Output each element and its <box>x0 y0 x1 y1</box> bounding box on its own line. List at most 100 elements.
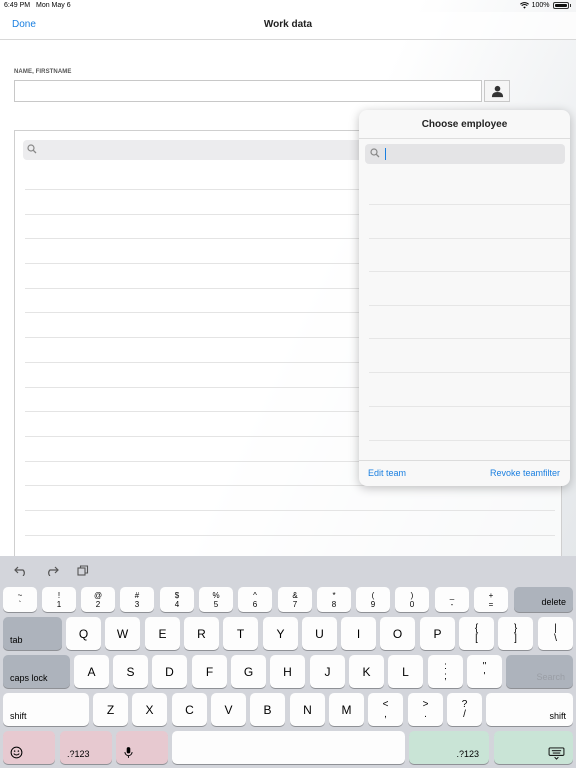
key-quote[interactable]: " ' <box>467 655 502 688</box>
key-l[interactable]: L <box>388 655 423 688</box>
key-n[interactable]: N <box>290 693 325 726</box>
key-9[interactable]: (9 <box>356 587 390 612</box>
key-bottom: ' <box>483 670 486 682</box>
numbers-key-left[interactable]: .?123 <box>60 731 112 764</box>
tab-key[interactable]: tab <box>3 617 62 650</box>
key-bracket-left[interactable]: {[ <box>459 617 494 650</box>
key-x[interactable]: X <box>132 693 167 726</box>
paste-icon[interactable] <box>77 565 89 576</box>
key-bracket-right[interactable]: }] <box>498 617 533 650</box>
key-semicolon[interactable]: :; <box>428 655 463 688</box>
undo-icon[interactable] <box>14 565 28 576</box>
key-h[interactable]: H <box>270 655 305 688</box>
battery-cap <box>569 4 571 7</box>
key-z[interactable]: Z <box>93 693 128 726</box>
key-equals[interactable]: + = <box>474 587 508 612</box>
key-bottom: ] <box>514 632 517 644</box>
key-6[interactable]: ^ 6 <box>238 587 272 612</box>
keyboard-toolbar <box>0 556 576 584</box>
key-slash[interactable]: ? / <box>447 693 482 726</box>
list-search-field[interactable] <box>23 140 363 160</box>
key-y[interactable]: Y <box>263 617 298 650</box>
status-bar: 6:49 PM Mon May 6 100% <box>0 0 576 12</box>
key-bottom: 2 <box>95 599 101 609</box>
key-bottom: [ <box>475 632 478 644</box>
key-b[interactable]: B <box>250 693 285 726</box>
key-g[interactable]: G <box>231 655 266 688</box>
choose-employee-button[interactable] <box>484 80 510 102</box>
key-8[interactable]: * 8 <box>317 587 351 612</box>
key-top: * <box>332 590 336 600</box>
delete-key[interactable]: delete <box>514 587 573 612</box>
key-o[interactable]: O <box>380 617 415 650</box>
key-w[interactable]: W <box>105 617 140 650</box>
edit-team-button[interactable]: Edit team <box>368 468 406 478</box>
key-f[interactable]: F <box>192 655 227 688</box>
key-2[interactable]: @2 <box>81 587 115 612</box>
key-p[interactable]: P <box>420 617 455 650</box>
shift-label: shift <box>549 711 566 721</box>
caps-lock-key[interactable]: caps lock <box>3 655 70 688</box>
key-top: ^ <box>253 590 257 600</box>
numbers-key-right[interactable]: .?123 <box>409 731 489 764</box>
key-0[interactable]: ) 0 <box>395 587 429 612</box>
key-a[interactable]: A <box>74 655 109 688</box>
space-bar[interactable] <box>172 731 405 764</box>
popover-row-divider <box>369 440 570 441</box>
key-1[interactable]: ! 1 <box>42 587 76 612</box>
key-k[interactable]: K <box>349 655 384 688</box>
key-r[interactable]: R <box>184 617 219 650</box>
key-u[interactable]: U <box>302 617 337 650</box>
popover-title: Choose employee <box>421 119 508 130</box>
microphone-icon <box>124 747 133 758</box>
key-bottom: 4 <box>174 599 180 609</box>
key-bottom: , <box>384 708 387 720</box>
list-row-divider <box>25 535 555 536</box>
dictation-key[interactable] <box>116 731 168 764</box>
key-top: _ <box>449 590 455 600</box>
key-top: ! <box>57 590 61 600</box>
key-e[interactable]: E <box>145 617 180 650</box>
redo-icon[interactable] <box>45 565 59 576</box>
key-bottom: ; <box>444 670 447 682</box>
key-7[interactable]: & 7 <box>278 587 312 612</box>
key-i[interactable]: I <box>341 617 376 650</box>
key-s[interactable]: S <box>113 655 148 688</box>
key-m[interactable]: M <box>329 693 364 726</box>
search-key[interactable]: Search <box>506 655 573 688</box>
search-icon <box>370 148 380 158</box>
key-top: " <box>482 660 487 672</box>
status-right: 100% <box>519 2 571 9</box>
popover-row-divider <box>369 338 570 339</box>
shift-right-key[interactable]: shift <box>486 693 573 726</box>
key-comma[interactable]: <, <box>368 693 403 726</box>
name-input[interactable] <box>14 80 482 102</box>
key-top: % <box>212 590 220 600</box>
numbers-key-label: .?123 <box>456 749 479 759</box>
key-5[interactable]: % 5 <box>199 587 233 612</box>
key-4[interactable]: $4 <box>160 587 194 612</box>
key-tilde[interactable]: ~ ` <box>3 587 37 612</box>
key-top: ) <box>410 590 414 600</box>
caps-lock-label: caps lock <box>10 673 48 683</box>
key-bottom: ` <box>18 599 22 609</box>
search-key-label: Search <box>536 672 565 682</box>
popover-row-divider <box>369 305 570 306</box>
key-j[interactable]: J <box>310 655 345 688</box>
key-bottom: - <box>450 599 454 609</box>
key-d[interactable]: D <box>152 655 187 688</box>
status-date: Mon May 6 <box>36 2 71 9</box>
key-v[interactable]: V <box>211 693 246 726</box>
key-3[interactable]: #3 <box>120 587 154 612</box>
shift-left-key[interactable]: shift <box>3 693 89 726</box>
hide-keyboard-key[interactable] <box>494 731 573 764</box>
key-minus[interactable]: _ - <box>435 587 469 612</box>
revoke-teamfilter-button[interactable]: Revoke teamfilter <box>490 468 560 478</box>
key-t[interactable]: T <box>223 617 258 650</box>
key-backslash[interactable]: | \ <box>538 617 573 650</box>
key-period[interactable]: >. <box>408 693 443 726</box>
employee-search-input[interactable] <box>365 144 565 164</box>
key-c[interactable]: C <box>172 693 207 726</box>
key-q[interactable]: Q <box>66 617 101 650</box>
emoji-key[interactable] <box>3 731 55 764</box>
